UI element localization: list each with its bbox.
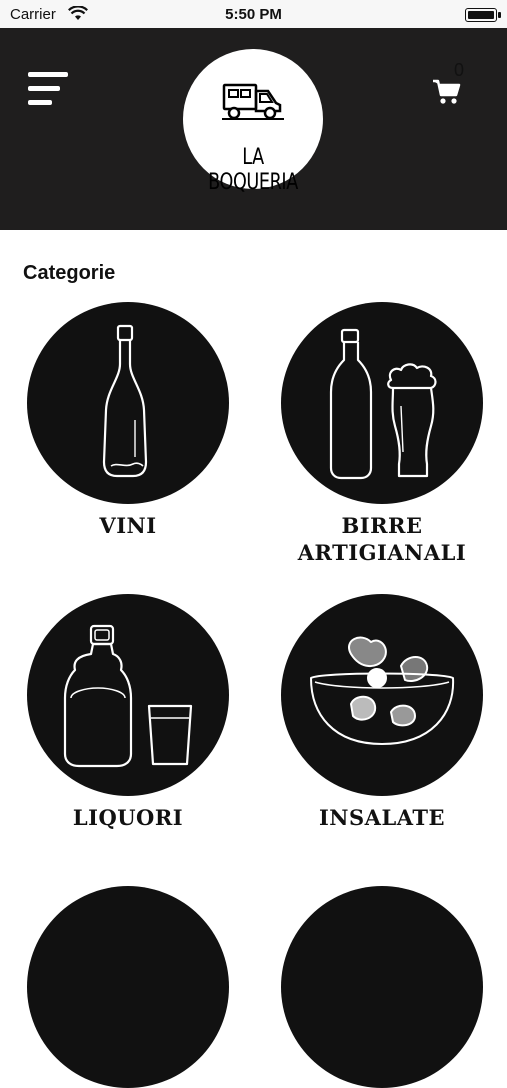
salad-bowl-icon <box>310 636 455 745</box>
category-vini[interactable]: VINI <box>23 302 233 539</box>
cart-count-badge: 0 <box>454 60 465 80</box>
truck-icon <box>222 83 284 120</box>
category-birre-artigianali[interactable]: BIRRE ARTIGIANALI <box>277 302 487 566</box>
beer-icon <box>329 328 437 480</box>
category-insalate[interactable]: INSALATE <box>277 594 487 831</box>
category-insalate-image <box>281 594 483 796</box>
category-liquori-image <box>27 594 229 796</box>
category-tile-partial[interactable] <box>281 886 483 1088</box>
clock: 5:50 PM <box>225 6 282 23</box>
category-tile-partial[interactable] <box>27 886 229 1088</box>
category-label: BIRRE ARTIGIANALI <box>297 513 467 565</box>
category-label: INSALATE <box>318 805 446 830</box>
battery-icon <box>465 8 501 22</box>
section-title: Categorie <box>23 262 116 284</box>
status-bar: Carrier 5:50 PM <box>0 0 507 28</box>
category-birre-image <box>281 302 483 504</box>
category-label: LIQUORI <box>72 805 184 830</box>
cart-icon[interactable] <box>432 78 462 108</box>
category-liquori[interactable]: LIQUORI <box>23 594 233 831</box>
wine-bottle-icon <box>102 324 148 478</box>
category-vini-image <box>27 302 229 504</box>
app-header: LA BOQUERIA 0 <box>0 28 507 230</box>
liquor-icon <box>63 624 193 768</box>
hamburger-menu-icon[interactable] <box>28 72 70 108</box>
brand-logo[interactable]: LA BOQUERIA <box>183 49 323 195</box>
logo-text: LA BOQUERIA <box>208 145 298 195</box>
category-label: VINI <box>99 513 157 538</box>
